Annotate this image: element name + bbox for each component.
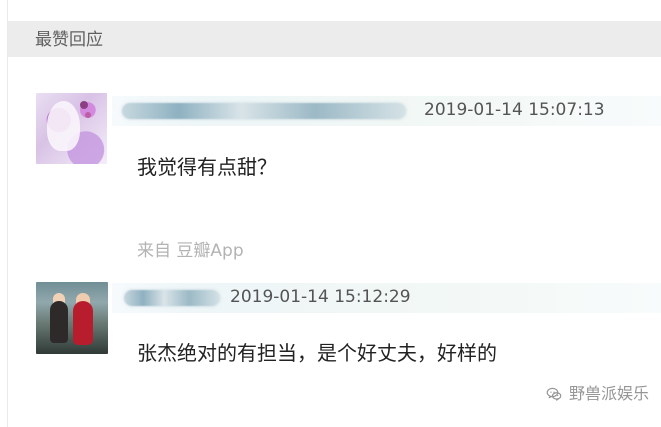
section-title: 最赞回应	[35, 30, 103, 50]
blurred-username	[122, 103, 406, 119]
comment-timestamp: 2019-01-14 15:07:13	[424, 100, 605, 120]
commenter-avatar[interactable]	[36, 93, 107, 164]
watermark-text: 野兽派娱乐	[568, 384, 649, 403]
section-header: 最赞回应	[8, 21, 661, 57]
comment-timestamp: 2019-01-14 15:12:29	[230, 287, 411, 307]
comment-text: 张杰绝对的有担当，是个好丈夫，好样的	[137, 341, 497, 365]
blurred-username	[124, 290, 220, 306]
watermark: 野兽派娱乐	[545, 384, 649, 404]
commenter-avatar[interactable]	[36, 282, 108, 354]
comment-source: 来自 豆瓣App	[137, 241, 244, 261]
comment-text: 我觉得有点甜？	[137, 155, 277, 179]
wechat-icon	[546, 387, 562, 401]
